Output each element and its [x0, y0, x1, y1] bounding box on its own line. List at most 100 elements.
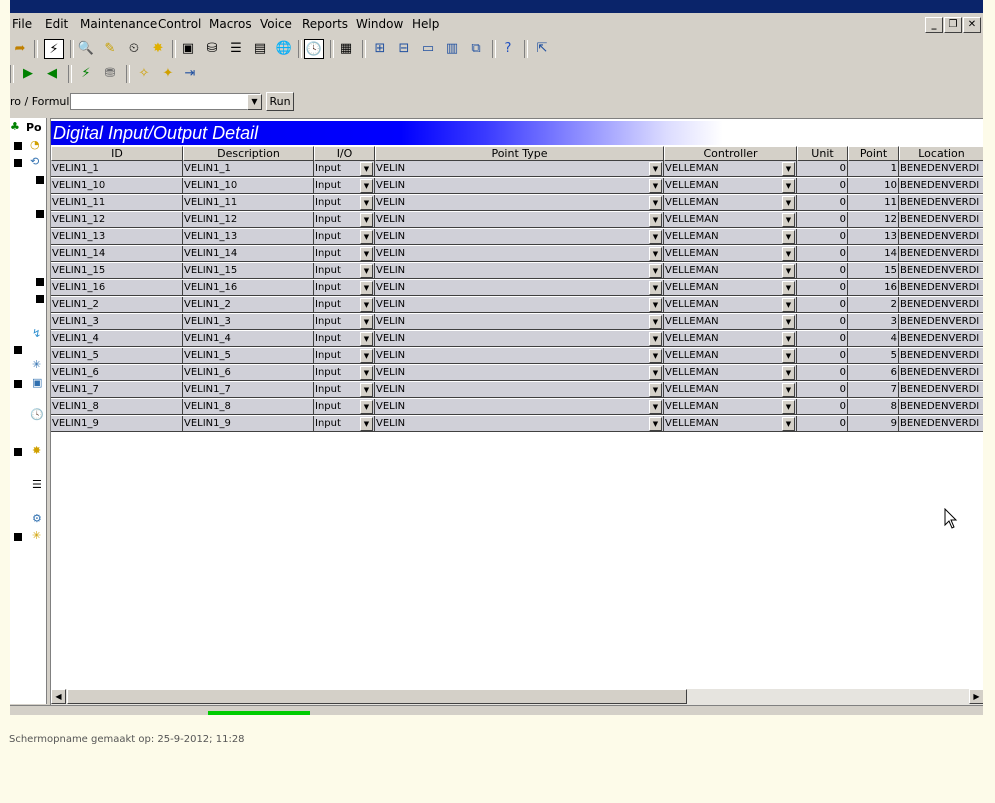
chevron-down-icon[interactable]: ▼ [360, 247, 373, 261]
chevron-down-icon[interactable]: ▼ [782, 383, 795, 397]
macro-formula-input[interactable] [70, 93, 260, 110]
cell-point[interactable]: 13 [848, 229, 899, 245]
cell-description[interactable]: VELIN1_2 [183, 297, 314, 313]
chevron-down-icon[interactable]: ▼ [649, 264, 662, 278]
chevron-down-icon[interactable]: ▼ [782, 162, 795, 176]
cell-location[interactable]: BENEDENVERDI [899, 365, 983, 381]
cell-location[interactable]: BENEDENVERDI [899, 331, 983, 347]
cell-point[interactable]: 4 [848, 331, 899, 347]
cell-location[interactable]: BENEDENVERDI [899, 399, 983, 415]
cell-point[interactable]: 6 [848, 365, 899, 381]
chevron-down-icon[interactable]: ▼ [649, 366, 662, 380]
cell-controller[interactable]: VELLEMAN [664, 331, 797, 347]
cell-unit[interactable]: 0 [797, 399, 848, 415]
cell-description[interactable]: VELIN1_9 [183, 416, 314, 432]
tree-expander[interactable] [36, 176, 44, 184]
cell-point-type[interactable]: VELIN [375, 297, 664, 313]
tree-expander[interactable] [14, 448, 22, 456]
column-header-point[interactable]: Point [848, 146, 899, 161]
cell-unit[interactable]: 0 [797, 161, 848, 177]
cell-location[interactable]: BENEDENVERDI [899, 246, 983, 262]
chevron-down-icon[interactable]: ▼ [782, 298, 795, 312]
cell-point-type[interactable]: VELIN [375, 161, 664, 177]
chevron-down-icon[interactable]: ▼ [649, 162, 662, 176]
cell-unit[interactable]: 0 [797, 212, 848, 228]
cell-controller[interactable]: VELLEMAN [664, 382, 797, 398]
tree-gear-icon[interactable]: ⚙ [32, 512, 42, 525]
cell-description[interactable]: VELIN1_16 [183, 280, 314, 296]
cell-controller[interactable]: VELLEMAN [664, 297, 797, 313]
cell-location[interactable]: BENEDENVERDI [899, 280, 983, 296]
tree-network-icon[interactable]: ⟲ [30, 155, 39, 168]
menu-item-help[interactable]: Help [412, 17, 439, 31]
cell-unit[interactable]: 0 [797, 297, 848, 313]
tree-expander[interactable] [14, 533, 22, 541]
chevron-down-icon[interactable]: ▼ [649, 247, 662, 261]
cell-controller[interactable]: VELLEMAN [664, 161, 797, 177]
cell-description[interactable]: VELIN1_5 [183, 348, 314, 364]
tree-expander[interactable] [14, 142, 22, 150]
tree-report-icon[interactable]: ☰ [32, 478, 42, 491]
cell-id[interactable]: VELIN1_15 [51, 263, 183, 279]
column-header-location[interactable]: Location [899, 146, 983, 161]
cell-point[interactable]: 5 [848, 348, 899, 364]
tree-light-icon[interactable]: ✳ [32, 529, 41, 542]
cell-description[interactable]: VELIN1_6 [183, 365, 314, 381]
cell-description[interactable]: VELIN1_15 [183, 263, 314, 279]
cell-point[interactable]: 8 [848, 399, 899, 415]
cell-controller[interactable]: VELLEMAN [664, 195, 797, 211]
exit-icon[interactable]: ⇱ [532, 39, 552, 59]
cell-point-type[interactable]: VELIN [375, 331, 664, 347]
chevron-down-icon[interactable]: ▼ [360, 179, 373, 193]
table-row[interactable]: VELIN1_12 VELIN1_12 Input ▼ VELIN ▼ VELLEMAN ▼ 0… [51, 212, 983, 229]
scroll-left-icon[interactable]: ◀ [51, 689, 66, 704]
cell-description[interactable]: VELIN1_10 [183, 178, 314, 194]
chevron-down-icon[interactable]: ▼ [360, 298, 373, 312]
chevron-down-icon[interactable]: ▼ [782, 213, 795, 227]
database-icon[interactable]: ⛃ [100, 64, 120, 84]
tile-vertical-icon[interactable]: ⊟ [394, 39, 414, 59]
cell-description[interactable]: VELIN1_3 [183, 314, 314, 330]
chevron-down-icon[interactable]: ▼ [782, 400, 795, 414]
column-header-description[interactable]: Description [183, 146, 314, 161]
tile-icon[interactable]: ⊞ [370, 39, 390, 59]
cell-point[interactable]: 2 [848, 297, 899, 313]
cell-id[interactable]: VELIN1_16 [51, 280, 183, 296]
cell-point[interactable]: 14 [848, 246, 899, 262]
chevron-down-icon[interactable]: ▼ [649, 349, 662, 363]
cell-description[interactable]: VELIN1_8 [183, 399, 314, 415]
network-icon[interactable]: ⛁ [202, 39, 222, 59]
cell-point-type[interactable]: VELIN [375, 382, 664, 398]
lightning-icon[interactable]: ⚡ [44, 39, 64, 59]
table-row[interactable]: VELIN1_14 VELIN1_14 Input ▼ VELIN ▼ VELLEMAN ▼ 0… [51, 246, 983, 263]
table-row[interactable]: VELIN1_15 VELIN1_15 Input ▼ VELIN ▼ VELLEMAN ▼ 0… [51, 263, 983, 280]
table-row[interactable]: VELIN1_2 VELIN1_2 Input ▼ VELIN ▼ VELLEMAN ▼ 0 2 B… [51, 297, 983, 314]
timer-icon[interactable]: ⏲ [124, 39, 144, 59]
chevron-down-icon[interactable]: ▼ [649, 281, 662, 295]
cell-unit[interactable]: 0 [797, 365, 848, 381]
pencil-icon[interactable]: ✎ [100, 39, 120, 59]
chevron-down-icon[interactable]: ▼ [649, 230, 662, 244]
tree-monitor-icon[interactable]: ▣ [32, 376, 42, 389]
chevron-down-icon[interactable]: ▼ [360, 315, 373, 329]
arrange-icon[interactable]: ⧉ [466, 39, 486, 59]
table-row[interactable]: VELIN1_10 VELIN1_10 Input ▼ VELIN ▼ VELLEMAN ▼ 0… [51, 178, 983, 195]
cell-location[interactable]: BENEDENVERDI [899, 263, 983, 279]
cell-point[interactable]: 15 [848, 263, 899, 279]
tree-schedule-icon[interactable]: ✸ [32, 444, 41, 457]
search-icon[interactable]: 🔍 [76, 39, 96, 59]
tree-expander[interactable] [36, 278, 44, 286]
cell-controller[interactable]: VELLEMAN [664, 212, 797, 228]
chevron-down-icon[interactable]: ▼ [360, 213, 373, 227]
cell-unit[interactable]: 0 [797, 263, 848, 279]
close-icon[interactable]: ✕ [963, 17, 981, 33]
tree-expander[interactable] [14, 159, 22, 167]
monitor-icon[interactable]: ▣ [178, 39, 198, 59]
cell-point-type[interactable]: VELIN [375, 280, 664, 296]
globe-icon[interactable]: 🌐 [274, 39, 294, 59]
chevron-down-icon[interactable]: ▼ [782, 196, 795, 210]
chevron-down-icon[interactable]: ▼ [782, 247, 795, 261]
calculator-icon[interactable]: ▦ [336, 39, 356, 59]
cell-controller[interactable]: VELLEMAN [664, 263, 797, 279]
tree-expander[interactable] [36, 295, 44, 303]
